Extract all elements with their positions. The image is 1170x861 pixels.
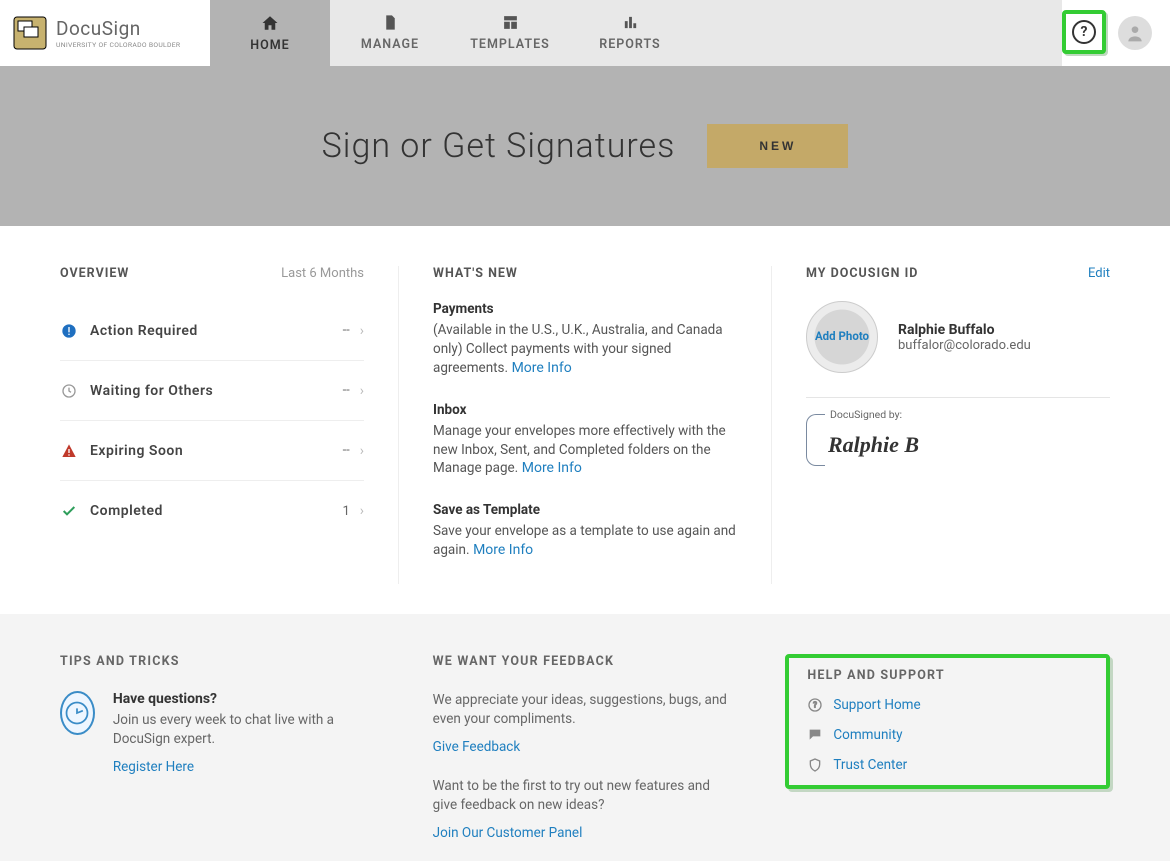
nav-tab-manage[interactable]: MANAGE — [330, 0, 450, 66]
tips-text: Join us every week to chat live with a D… — [113, 711, 365, 749]
brand-org-line: UNIVERSITY OF COLORADO BOULDER — [56, 41, 180, 49]
nav-label: REPORTS — [599, 37, 660, 52]
overview-row-label: Waiting for Others — [90, 383, 343, 399]
nav-tab-templates[interactable]: TEMPLATES — [450, 0, 570, 66]
overview-row-count: -- — [343, 383, 350, 398]
whats-new-text: (Available in the U.S., U.K., Australia,… — [433, 322, 723, 376]
overview-row-label: Expiring Soon — [90, 443, 343, 459]
help-link-community[interactable]: Community — [807, 727, 1082, 743]
chat-icon — [807, 727, 823, 743]
profile-menu-avatar[interactable] — [1118, 16, 1152, 50]
whats-new-item: Inbox Manage your envelopes more effecti… — [433, 402, 737, 479]
overview-row-completed[interactable]: Completed 1 › — [60, 481, 364, 541]
app-header: DocuSign UNIVERSITY OF COLORADO BOULDER … — [0, 0, 1170, 66]
tips-panel: TIPS AND TRICKS Have questions? Join us … — [60, 654, 399, 841]
whats-new-heading: Inbox — [433, 402, 737, 418]
nav-spacer — [690, 0, 1062, 66]
main-content: OVERVIEW Last 6 Months Action Required -… — [0, 226, 1170, 614]
help-button-highlighted[interactable]: ? — [1062, 10, 1106, 54]
chevron-right-icon: › — [360, 503, 364, 519]
feedback-text2: Want to be the first to try out new feat… — [433, 777, 738, 815]
id-panel: MY DOCUSIGN ID Edit Add Photo Ralphie Bu… — [771, 266, 1110, 584]
clock-decorative-icon — [60, 691, 95, 735]
signed-by-label: DocuSigned by: — [828, 408, 904, 421]
chevron-right-icon: › — [360, 443, 364, 459]
feedback-panel: WE WANT YOUR FEEDBACK We appreciate your… — [399, 654, 772, 841]
new-envelope-button[interactable]: NEW — [707, 124, 848, 168]
edit-profile-link[interactable]: Edit — [1088, 266, 1110, 281]
help-icon: ? — [1072, 20, 1096, 44]
nav-label: HOME — [250, 38, 289, 53]
overview-row-waiting[interactable]: Waiting for Others -- › — [60, 361, 364, 421]
add-photo-button[interactable]: Add Photo — [806, 301, 878, 373]
help-link-trust-center[interactable]: Trust Center — [807, 757, 1082, 773]
whats-new-title: WHAT'S NEW — [433, 266, 518, 281]
nav-label: TEMPLATES — [470, 37, 550, 52]
overview-row-action-required[interactable]: Action Required -- › — [60, 301, 364, 361]
overview-panel: OVERVIEW Last 6 Months Action Required -… — [60, 266, 398, 584]
tips-heading: Have questions? — [113, 691, 365, 707]
warning-icon — [60, 442, 78, 460]
alert-icon — [60, 322, 78, 340]
file-icon — [382, 14, 399, 31]
nav-tab-reports[interactable]: REPORTS — [570, 0, 690, 66]
chart-icon — [622, 14, 639, 31]
overview-title: OVERVIEW — [60, 266, 129, 281]
add-photo-label: Add Photo — [815, 330, 869, 344]
help-circle-icon: ? — [807, 697, 823, 713]
profile-row: Add Photo Ralphie Buffalo buffalor@color… — [806, 301, 1110, 373]
feedback-title: WE WANT YOUR FEEDBACK — [433, 654, 738, 669]
tips-title: TIPS AND TRICKS — [60, 654, 365, 669]
chevron-right-icon: › — [360, 323, 364, 339]
feedback-text: We appreciate your ideas, suggestions, b… — [433, 691, 738, 729]
signature-block: DocuSigned by: Ralphie B — [806, 397, 1110, 466]
whats-new-heading: Payments — [433, 301, 737, 317]
nav-tab-home[interactable]: HOME — [210, 0, 330, 66]
more-info-link[interactable]: More Info — [512, 360, 572, 376]
register-link[interactable]: Register Here — [113, 759, 194, 775]
help-panel-col: HELP AND SUPPORT ? Support Home Communit… — [771, 654, 1110, 841]
help-link-label: Community — [833, 727, 902, 743]
overview-row-expiring[interactable]: Expiring Soon -- › — [60, 421, 364, 481]
whats-new-heading: Save as Template — [433, 502, 737, 518]
clock-icon — [60, 382, 78, 400]
profile-name: Ralphie Buffalo — [898, 322, 1031, 338]
person-icon — [1125, 23, 1145, 43]
overview-row-count: -- — [343, 323, 350, 338]
more-info-link[interactable]: More Info — [522, 460, 582, 476]
whats-new-item: Save as Template Save your envelope as a… — [433, 502, 737, 560]
join-panel-link[interactable]: Join Our Customer Panel — [433, 825, 583, 841]
shield-icon — [807, 757, 823, 773]
whats-new-panel: WHAT'S NEW Payments (Available in the U.… — [398, 266, 771, 584]
more-info-link[interactable]: More Info — [473, 542, 533, 558]
svg-text:?: ? — [813, 701, 817, 710]
help-link-label: Support Home — [833, 697, 920, 713]
overview-range: Last 6 Months — [281, 266, 364, 281]
check-icon — [60, 502, 78, 520]
brand-logo[interactable]: DocuSign UNIVERSITY OF COLORADO BOULDER — [0, 0, 210, 66]
help-link-label: Trust Center — [833, 757, 907, 773]
help-link-support-home[interactable]: ? Support Home — [807, 697, 1082, 713]
hero-bar: Sign or Get Signatures NEW — [0, 66, 1170, 226]
hero-title: Sign or Get Signatures — [322, 126, 676, 166]
nav-label: MANAGE — [361, 37, 419, 52]
overview-row-count: 1 — [342, 504, 349, 519]
profile-email: buffalor@colorado.edu — [898, 338, 1031, 353]
template-icon — [502, 14, 519, 31]
brand-app-name: DocuSign — [56, 17, 180, 40]
cu-logo-icon — [12, 15, 48, 51]
overview-row-label: Completed — [90, 503, 342, 519]
whats-new-item: Payments (Available in the U.S., U.K., A… — [433, 301, 737, 378]
help-title: HELP AND SUPPORT — [807, 668, 1082, 683]
help-panel-highlighted: HELP AND SUPPORT ? Support Home Communit… — [785, 654, 1110, 789]
footer: TIPS AND TRICKS Have questions? Join us … — [0, 614, 1170, 861]
signature-preview: Ralphie B — [828, 432, 919, 457]
give-feedback-link[interactable]: Give Feedback — [433, 739, 521, 755]
home-icon — [261, 14, 279, 32]
overview-row-label: Action Required — [90, 323, 343, 339]
overview-row-count: -- — [343, 443, 350, 458]
chevron-right-icon: › — [360, 383, 364, 399]
id-title: MY DOCUSIGN ID — [806, 266, 918, 281]
